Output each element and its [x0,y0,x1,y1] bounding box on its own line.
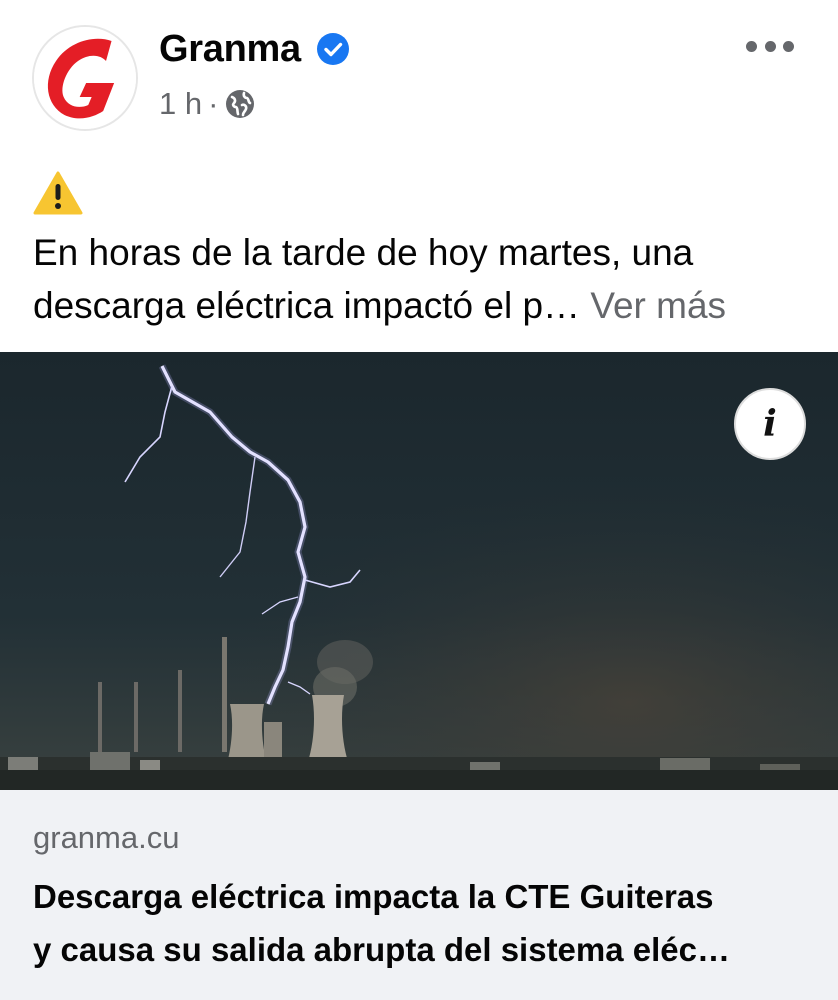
post-text-line: En horas de la tarde de hoy martes, una [33,232,694,273]
page-name[interactable]: Granma [159,28,301,71]
post-text-line: descarga eléctrica impactó el p… [33,285,581,326]
link-preview[interactable]: granma.cu Descarga eléctrica impacta la … [0,790,838,1000]
link-title: Descarga eléctrica impacta la CTE Guiter… [33,870,813,976]
meta-separator: · [208,86,219,121]
more-options-dot [764,40,776,52]
post-text-line-with-more: descarga eléctrica impactó el p… Ver más [33,279,823,332]
globe-icon[interactable] [224,88,256,120]
info-button[interactable]: i [734,388,806,460]
warning-icon [33,171,83,215]
verified-badge-icon [317,33,349,65]
more-options-button[interactable] [746,36,794,56]
link-title-line: y causa su salida abrupta del sistema el… [33,931,730,968]
see-more-link[interactable]: Ver más [590,285,726,326]
post-timestamp[interactable]: 1 h [159,86,202,122]
more-options-dot [746,40,757,52]
page-avatar[interactable] [32,25,138,131]
post-text: En horas de la tarde de hoy martes, una … [33,226,823,332]
more-options-dot [783,40,794,52]
link-domain: granma.cu [33,820,180,855]
post-image[interactable] [0,352,838,790]
facebook-post: Granma 1 h · En horas de la tarde de hoy… [0,0,838,1000]
post-header: Granma 1 h · [0,0,838,160]
post-meta: 1 h · [159,86,256,122]
lightning-power-plant-photo [0,352,838,790]
granma-logo-icon [34,27,136,129]
link-title-line: Descarga eléctrica impacta la CTE Guiter… [33,878,714,915]
